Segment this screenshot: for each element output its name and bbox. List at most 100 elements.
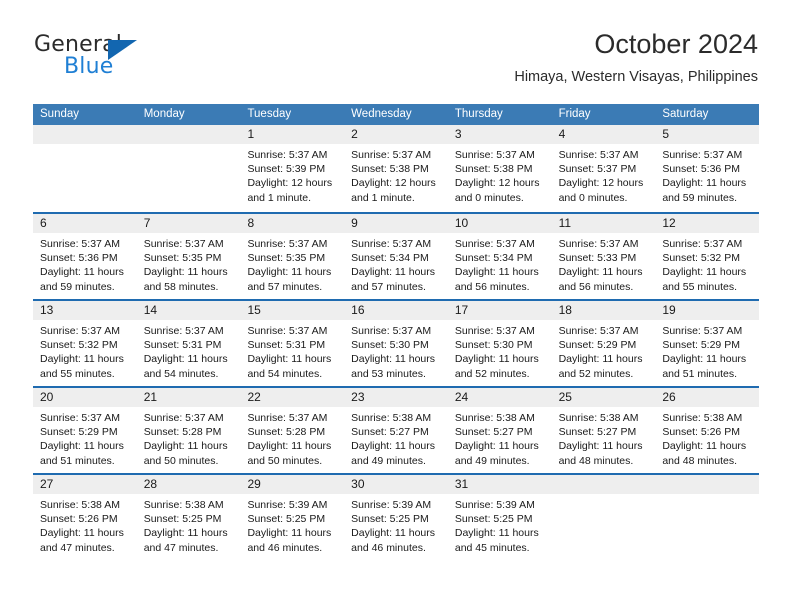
daylight-duration-line1: Daylight: 11 hours [454, 353, 539, 366]
daylight-duration-line1: Daylight: 12 hours [351, 177, 436, 190]
calendar-day-details: Sunrise: 5:38 AM Sunset: 5:25 PM Daylight:… [137, 494, 241, 555]
daylight-duration-line2: and 48 minutes. [662, 454, 738, 467]
calendar-day-cell[interactable]: 17 Sunrise: 5:37 AM Sunset: 5:30 PM Dayligh… [447, 301, 552, 386]
daylight-duration-line1: Daylight: 11 hours [143, 527, 228, 540]
calendar-day-cell[interactable]: 24 Sunrise: 5:38 AM Sunset: 5:27 PM Dayligh… [447, 388, 552, 473]
calendar-day-cell[interactable]: 29 Sunrise: 5:39 AM Sunset: 5:25 PM Dayligh… [240, 475, 345, 560]
sunset-time: Sunset: 5:32 PM [662, 252, 740, 265]
calendar-day-cell[interactable]: 12 Sunrise: 5:37 AM Sunset: 5:32 PM Dayligh… [655, 214, 760, 299]
calendar-day-details: Sunrise: 5:39 AM Sunset: 5:25 PM Daylight:… [448, 494, 552, 555]
sunrise-time: Sunrise: 5:39 AM [454, 499, 535, 511]
calendar-day-cell[interactable]: 13 Sunrise: 5:37 AM Sunset: 5:32 PM Dayligh… [33, 301, 137, 386]
calendar-day-cell[interactable]: 8 Sunrise: 5:37 AM Sunset: 5:35 PM Daylight… [240, 214, 345, 299]
sunset-time: Sunset: 5:29 PM [662, 339, 740, 352]
calendar-day-cell[interactable]: 5 Sunrise: 5:37 AM Sunset: 5:36 PM Daylight… [655, 125, 760, 212]
daylight-duration-line1: Daylight: 11 hours [143, 440, 228, 453]
calendar-day-details: Sunrise: 5:38 AM Sunset: 5:27 PM Daylight:… [344, 407, 448, 468]
calendar-day-cell[interactable]: 26 Sunrise: 5:38 AM Sunset: 5:26 PM Dayligh… [655, 388, 760, 473]
daylight-duration-line1: Daylight: 11 hours [247, 440, 332, 453]
sunrise-time: Sunrise: 5:38 AM [454, 412, 535, 424]
calendar-day-number: 25 [551, 388, 656, 407]
daylight-duration-line1: Daylight: 11 hours [662, 440, 747, 453]
sunrise-time: Sunrise: 5:37 AM [558, 325, 639, 337]
calendar-day-cell[interactable]: 1 Sunrise: 5:37 AM Sunset: 5:39 PM Daylight… [240, 125, 345, 212]
calendar-day-cell-empty [33, 125, 137, 212]
calendar-day-cell[interactable]: 2 Sunrise: 5:37 AM Sunset: 5:38 PM Daylight… [344, 125, 448, 212]
daylight-duration-line1: Daylight: 11 hours [351, 353, 436, 366]
calendar-day-details: Sunrise: 5:38 AM Sunset: 5:27 PM Daylight:… [448, 407, 552, 468]
calendar-day-cell[interactable]: 28 Sunrise: 5:38 AM Sunset: 5:25 PM Dayligh… [136, 475, 241, 560]
calendar-day-cell[interactable]: 11 Sunrise: 5:37 AM Sunset: 5:33 PM Dayligh… [551, 214, 656, 299]
calendar-day-cell[interactable]: 14 Sunrise: 5:37 AM Sunset: 5:31 PM Dayligh… [136, 301, 241, 386]
sunset-time: Sunset: 5:34 PM [351, 252, 429, 265]
calendar-day-cell[interactable]: 4 Sunrise: 5:37 AM Sunset: 5:37 PM Daylight… [551, 125, 656, 212]
calendar-week-row: 27 Sunrise: 5:38 AM Sunset: 5:26 PM Dayligh… [33, 473, 760, 560]
daylight-duration-line2: and 51 minutes. [662, 367, 738, 380]
calendar-day-details: Sunrise: 5:38 AM Sunset: 5:26 PM Daylight:… [33, 494, 137, 555]
daylight-duration-line1: Daylight: 12 hours [454, 177, 540, 190]
calendar-day-number: 9 [344, 214, 448, 233]
sunrise-time: Sunrise: 5:38 AM [662, 412, 743, 424]
calendar-day-cell[interactable]: 27 Sunrise: 5:38 AM Sunset: 5:26 PM Dayligh… [33, 475, 137, 560]
calendar-weeks: 1 Sunrise: 5:37 AM Sunset: 5:39 PM Daylight… [33, 125, 760, 560]
calendar-day-cell[interactable]: 22 Sunrise: 5:37 AM Sunset: 5:28 PM Dayligh… [240, 388, 345, 473]
calendar-day-cell[interactable]: 31 Sunrise: 5:39 AM Sunset: 5:25 PM Dayligh… [447, 475, 552, 560]
calendar-day-cell-empty [136, 125, 241, 212]
calendar-day-details: Sunrise: 5:37 AM Sunset: 5:33 PM Daylight:… [552, 233, 656, 294]
daylight-duration-line1: Daylight: 11 hours [143, 266, 228, 279]
sunset-time: Sunset: 5:38 PM [454, 163, 533, 176]
calendar-day-cell[interactable]: 7 Sunrise: 5:37 AM Sunset: 5:35 PM Daylight… [136, 214, 241, 299]
sunrise-time: Sunrise: 5:38 AM [351, 412, 432, 424]
calendar-day-details: Sunrise: 5:37 AM Sunset: 5:31 PM Daylight:… [240, 320, 344, 381]
calendar-day-cell[interactable]: 16 Sunrise: 5:37 AM Sunset: 5:30 PM Dayligh… [344, 301, 448, 386]
sunrise-time: Sunrise: 5:37 AM [247, 238, 328, 250]
sunset-time: Sunset: 5:28 PM [143, 426, 222, 439]
daylight-duration-line1: Daylight: 11 hours [662, 353, 747, 366]
calendar-day-cell[interactable]: 21 Sunrise: 5:37 AM Sunset: 5:28 PM Dayligh… [136, 388, 241, 473]
sunset-time: Sunset: 5:25 PM [143, 513, 222, 526]
calendar-day-cell[interactable]: 18 Sunrise: 5:37 AM Sunset: 5:29 PM Dayligh… [551, 301, 656, 386]
sunset-time: Sunset: 5:34 PM [454, 252, 533, 265]
calendar-day-number: 10 [447, 214, 552, 233]
calendar-day-cell[interactable]: 15 Sunrise: 5:37 AM Sunset: 5:31 PM Dayligh… [240, 301, 345, 386]
calendar-day-cell[interactable]: 9 Sunrise: 5:37 AM Sunset: 5:34 PM Daylight… [344, 214, 448, 299]
calendar-day-cell[interactable]: 23 Sunrise: 5:38 AM Sunset: 5:27 PM Dayligh… [344, 388, 448, 473]
calendar-day-cell[interactable]: 30 Sunrise: 5:39 AM Sunset: 5:25 PM Dayligh… [344, 475, 448, 560]
calendar-day-cell[interactable]: 3 Sunrise: 5:37 AM Sunset: 5:38 PM Daylight… [447, 125, 552, 212]
daylight-duration-line2: and 49 minutes. [454, 454, 530, 467]
calendar-day-number: 26 [655, 388, 760, 407]
daylight-duration-line1: Daylight: 11 hours [454, 266, 539, 279]
sunrise-time: Sunrise: 5:37 AM [454, 149, 535, 161]
daylight-duration-line1: Daylight: 11 hours [40, 527, 124, 540]
calendar-day-number: 20 [33, 388, 137, 407]
calendar-day-number: 7 [136, 214, 241, 233]
weekday-header-row: Sunday Monday Tuesday Wednesday Thursday… [33, 104, 759, 125]
daylight-duration-line2: and 51 minutes. [40, 454, 115, 467]
calendar-day-cell[interactable]: 20 Sunrise: 5:37 AM Sunset: 5:29 PM Dayligh… [33, 388, 137, 473]
sunset-time: Sunset: 5:25 PM [351, 513, 429, 526]
calendar-day-number: 29 [240, 475, 345, 494]
calendar-day-details: Sunrise: 5:37 AM Sunset: 5:28 PM Daylight:… [240, 407, 344, 468]
sunset-time: Sunset: 5:31 PM [143, 339, 222, 352]
calendar-day-details: Sunrise: 5:37 AM Sunset: 5:34 PM Daylight:… [344, 233, 448, 294]
generalblue-logo[interactable]: General Blue [34, 33, 214, 83]
calendar-day-number: 12 [655, 214, 760, 233]
calendar-day-number [655, 475, 760, 494]
calendar-day-cell[interactable]: 10 Sunrise: 5:37 AM Sunset: 5:34 PM Dayligh… [447, 214, 552, 299]
sunrise-time: Sunrise: 5:37 AM [558, 149, 639, 161]
calendar-day-cell[interactable]: 19 Sunrise: 5:37 AM Sunset: 5:29 PM Dayligh… [655, 301, 760, 386]
sunset-time: Sunset: 5:25 PM [247, 513, 326, 526]
calendar-day-details: Sunrise: 5:37 AM Sunset: 5:30 PM Daylight:… [448, 320, 552, 381]
calendar-day-cell[interactable]: 6 Sunrise: 5:37 AM Sunset: 5:36 PM Daylight… [33, 214, 137, 299]
weekday-header-tuesday: Tuesday [247, 108, 292, 120]
daylight-duration-line2: and 45 minutes. [454, 541, 530, 554]
calendar-day-number: 1 [240, 125, 345, 144]
daylight-duration-line1: Daylight: 11 hours [558, 266, 643, 279]
calendar-day-cell[interactable]: 25 Sunrise: 5:38 AM Sunset: 5:27 PM Dayligh… [551, 388, 656, 473]
daylight-duration-line2: and 59 minutes. [40, 280, 115, 293]
sunrise-time: Sunrise: 5:37 AM [351, 149, 432, 161]
sunrise-time: Sunrise: 5:37 AM [454, 238, 535, 250]
sunset-time: Sunset: 5:36 PM [662, 163, 740, 176]
daylight-duration-line1: Daylight: 11 hours [40, 266, 124, 279]
calendar-day-number: 30 [344, 475, 448, 494]
